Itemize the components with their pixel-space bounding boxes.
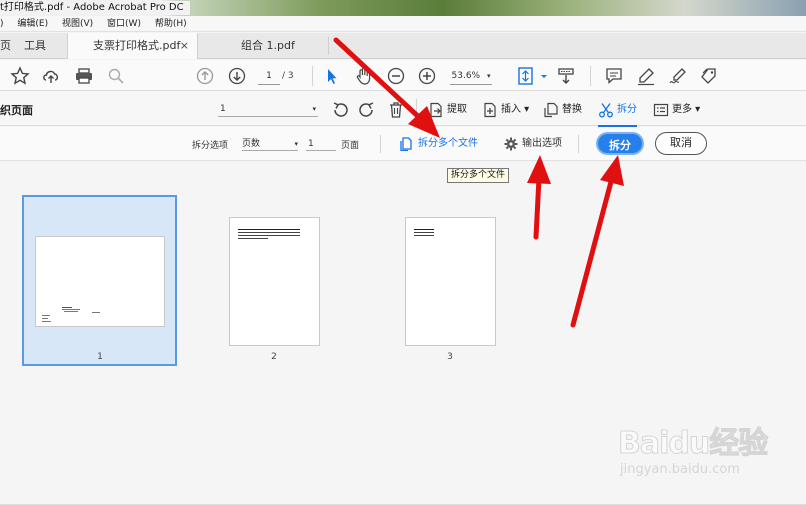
page-preview [229, 217, 320, 346]
rotate-left-icon[interactable] [330, 100, 350, 120]
hand-tool-icon[interactable] [354, 66, 374, 86]
toolbar-divider [312, 66, 313, 86]
split-unit-label: 页面 [341, 141, 360, 151]
tooltip: 拆分多个文件 [447, 168, 510, 183]
print-icon[interactable] [74, 66, 94, 86]
tab-home[interactable]: 页 [0, 33, 11, 59]
menu-item-window[interactable]: 窗口(W) [107, 19, 141, 29]
page-range-select[interactable]: 1 ▾ [218, 101, 318, 117]
tab-bar: 页 工具 支票打印格式.pdf × 组合 1.pdf [0, 33, 806, 59]
zoom-in-icon[interactable] [417, 66, 437, 86]
toolbar-divider [590, 66, 591, 86]
chevron-down-icon[interactable] [534, 66, 547, 86]
split-options-bar: 拆分选项 页数 ▾ 1 页面 拆分多个文件 输出选项 拆分 取消 [0, 127, 806, 161]
zoom-level-select[interactable]: 53.6% ▾ [450, 67, 492, 85]
split-by-value: 页数 [242, 139, 261, 149]
page-thumbnail-3[interactable]: 3 [405, 217, 497, 367]
cancel-button[interactable]: 取消 [655, 132, 707, 155]
split-button[interactable]: 拆分 [596, 132, 644, 155]
scissors-icon [599, 103, 613, 118]
page-preview [35, 236, 165, 327]
menu-item-help[interactable]: 帮助(H) [155, 19, 187, 29]
insert-page-icon [484, 102, 496, 118]
main-toolbar: 1 / 3 53.6% ▾ [0, 60, 806, 91]
tab-tools[interactable]: 工具 [24, 33, 46, 59]
replace-button[interactable]: 替换 [543, 101, 582, 119]
split-by-select[interactable]: 页数 ▾ [242, 137, 298, 151]
gear-icon [504, 137, 518, 151]
menu-item-edit[interactable]: 编辑(E) [17, 19, 48, 29]
replace-page-icon [544, 102, 558, 118]
page-thumbnail-2[interactable]: 2 [229, 217, 321, 367]
sign-icon[interactable] [668, 66, 688, 86]
zoom-out-icon[interactable] [386, 66, 406, 86]
chevron-down-icon: ▾ [312, 105, 316, 113]
organize-title: 织页面 [0, 104, 33, 117]
page-range-value: 1 [220, 104, 226, 114]
split-multiple-files-button[interactable]: 拆分多个文件 [400, 136, 478, 152]
toolbar-divider [416, 99, 417, 119]
extract-button[interactable]: 提取 [428, 101, 467, 119]
next-page-icon[interactable] [227, 66, 247, 86]
tab-divider [328, 37, 329, 55]
fit-page-icon[interactable] [516, 66, 536, 86]
chevron-down-icon: ▾ [486, 72, 491, 80]
select-cursor-icon[interactable] [322, 66, 342, 86]
split-options-label: 拆分选项 [192, 141, 229, 151]
toolbar-divider [380, 135, 381, 153]
page-number-label: 2 [271, 352, 277, 362]
output-options-button[interactable]: 输出选项 [504, 136, 562, 152]
page-number-label: 1 [97, 352, 103, 362]
trash-icon[interactable] [386, 100, 406, 120]
chevron-down-icon: ▾ [294, 140, 298, 148]
tab-document-2[interactable]: 组合 1.pdf [241, 33, 295, 59]
tab-document-label: 支票打印格式.pdf [93, 39, 181, 52]
window-title: t打印格式.pdf - Adobe Acrobat Pro DC [0, 1, 190, 15]
rotate-right-icon[interactable] [357, 100, 377, 120]
star-icon[interactable] [10, 66, 30, 86]
extract-page-icon [430, 102, 442, 118]
watermark-url: jingyan.baidu.com [620, 462, 740, 477]
page-thumbnail-1[interactable]: 1 [22, 195, 177, 366]
files-icon [400, 137, 412, 151]
highlight-pen-icon[interactable] [636, 66, 656, 86]
close-icon[interactable]: × [180, 33, 189, 59]
menu-item-file[interactable]: ) [0, 19, 4, 29]
split-count-input[interactable]: 1 [306, 137, 336, 151]
menu-bar: ) 编辑(E) 视图(V) 窗口(W) 帮助(H) [0, 16, 806, 32]
organize-pages-toolbar: 织页面 1 ▾ 提取 插入 ▾ 替换 拆分 更多 ▾ [0, 92, 806, 127]
scroll-mode-icon[interactable] [556, 66, 576, 86]
watermark-brand: Baidu经验 [617, 426, 768, 462]
page-number-input[interactable]: 1 [258, 67, 280, 85]
menu-item-view[interactable]: 视图(V) [62, 19, 93, 29]
insert-button[interactable]: 插入 ▾ [482, 101, 529, 119]
page-preview [405, 217, 496, 346]
fill-sign-tag-icon[interactable] [699, 66, 719, 86]
zoom-level-value: 53.6% [451, 71, 481, 81]
more-list-icon [653, 103, 669, 117]
cloud-upload-icon[interactable] [41, 66, 61, 86]
baidu-watermark: Baidu经验 jingyan.baidu.com [617, 418, 788, 488]
tab-document-active[interactable]: 支票打印格式.pdf × [67, 33, 198, 59]
title-bar: t打印格式.pdf - Adobe Acrobat Pro DC [0, 0, 806, 16]
zoom-search-icon[interactable] [106, 66, 126, 86]
more-button[interactable]: 更多 ▾ [653, 101, 700, 119]
page-total: / 3 [282, 71, 294, 81]
page-number-label: 3 [447, 352, 453, 362]
previous-page-icon[interactable] [195, 66, 215, 86]
comment-icon[interactable] [604, 66, 624, 86]
split-button-tool[interactable]: 拆分 [598, 101, 637, 127]
toolbar-divider [578, 135, 579, 153]
